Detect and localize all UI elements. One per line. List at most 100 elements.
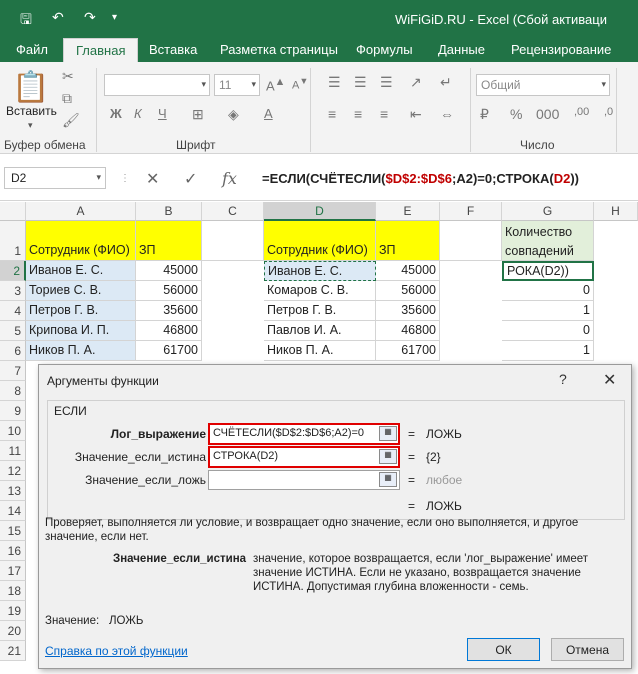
cell-b6[interactable]: 61700 [136,341,202,361]
increase-font-icon[interactable]: A▲ [266,76,285,93]
decrease-font-icon[interactable]: A▼ [292,76,308,92]
range-select-icon[interactable]: ▦ [379,449,397,464]
cell-g2-active[interactable]: РОКА(D2)) [502,261,594,281]
row-header[interactable]: 19 [0,601,26,621]
row-header[interactable]: 10 [0,421,26,441]
column-header-c[interactable]: C [202,202,264,221]
tab-formulas[interactable]: Формулы [356,42,413,57]
value-if-true-input[interactable]: СТРОКА(D2) [208,446,400,468]
cell-e4[interactable]: 35600 [376,301,440,321]
cell-b4[interactable]: 35600 [136,301,202,321]
copy-icon[interactable]: ⧉ [62,90,72,107]
cell-c1[interactable] [202,221,264,261]
insert-function-icon[interactable]: fx [222,169,237,188]
cell-e2[interactable]: 45000 [376,261,440,281]
tab-review[interactable]: Рецензирование [511,42,611,57]
cell-b2[interactable]: 45000 [136,261,202,281]
percent-icon[interactable]: % [510,106,522,122]
cell-a2[interactable]: Иванов Е. С. [26,261,136,281]
range-select-icon[interactable]: ▦ [379,472,397,487]
paste-label[interactable]: Вставить [6,104,57,118]
align-left-icon[interactable]: ≡ [328,106,336,122]
row-header[interactable]: 20 [0,621,26,641]
row-header[interactable]: 17 [0,561,26,581]
redo-icon[interactable]: ↷ [84,9,96,26]
column-header-a[interactable]: A [26,202,136,221]
cell-a6[interactable]: Ников П. А. [26,341,136,361]
cell-g1[interactable]: Количество совпадений [502,221,594,261]
cell-d4[interactable]: Петров Г. В. [264,301,376,321]
row-header[interactable]: 4 [0,301,26,321]
cell-d6[interactable]: Ников П. А. [264,341,376,361]
cell-b3[interactable]: 56000 [136,281,202,301]
cell-g6[interactable]: 1 [502,341,594,361]
cell-a1[interactable]: Сотрудник (ФИО) [26,221,136,261]
drag-handle-icon[interactable]: ⋮ [120,173,130,184]
font-name-combo[interactable]: ▾ [104,74,210,96]
currency-icon[interactable]: ₽ [480,106,489,123]
cell-d2[interactable]: Иванов Е. С. [264,261,376,281]
column-header-g[interactable]: G [502,202,594,221]
cell-e1[interactable]: ЗП [376,221,440,261]
cell-g5[interactable]: 0 [502,321,594,341]
row-header[interactable]: 14 [0,501,26,521]
cut-icon[interactable]: ✂ [62,68,74,85]
bold-button[interactable]: Ж [110,106,122,121]
tab-insert[interactable]: Вставка [149,42,197,57]
increase-decimal-icon[interactable]: ,00 [574,106,589,118]
cell-b1[interactable]: ЗП [136,221,202,261]
align-bottom-icon[interactable]: ☰ [380,74,393,91]
cell-f1[interactable] [440,221,502,261]
help-icon[interactable]: ? [559,371,567,387]
cell-d1[interactable]: Сотрудник (ФИО) [264,221,376,261]
cell-a4[interactable]: Петров Г. В. [26,301,136,321]
wrap-text-icon[interactable]: ↵ [440,74,452,91]
logical-test-input[interactable]: СЧЁТЕСЛИ($D$2:$D$6;A2)=0 [208,423,400,445]
value-if-false-input[interactable] [208,470,400,490]
column-header-b[interactable]: B [136,202,202,221]
cell-e3[interactable]: 56000 [376,281,440,301]
number-format-combo[interactable]: Общий ▾ [476,74,610,96]
row-header[interactable]: 5 [0,321,26,341]
column-header-e[interactable]: E [376,202,440,221]
paste-dropdown-icon[interactable]: ▾ [28,120,33,131]
row-header[interactable]: 13 [0,481,26,501]
close-icon[interactable]: ✕ [603,370,616,390]
borders-icon[interactable]: ⊞ [192,106,204,123]
row-header[interactable]: 8 [0,381,26,401]
column-header-d[interactable]: D [264,202,376,221]
cell-g4[interactable]: 1 [502,301,594,321]
quick-access-dropdown-icon[interactable]: ▾ [112,12,117,23]
underline-button[interactable]: Ч [158,106,167,121]
align-top-icon[interactable]: ☰ [328,74,341,91]
row-header[interactable]: 7 [0,361,26,381]
decrease-decimal-icon[interactable]: ,0 [604,106,613,118]
enter-icon[interactable]: ✓ [184,169,197,189]
row-header[interactable]: 15 [0,521,26,541]
merge-cells-icon[interactable]: ⇔ [440,106,454,122]
row-header[interactable]: 16 [0,541,26,561]
font-color-icon[interactable]: A [264,106,273,121]
font-size-combo[interactable]: 11 ▾ [214,74,260,96]
cancel-button[interactable]: Отмена [551,638,624,661]
select-all-corner[interactable] [0,202,26,221]
cell-e6[interactable]: 61700 [376,341,440,361]
italic-button[interactable]: К [134,106,142,121]
paste-icon[interactable]: 📋 [12,70,49,105]
row-header[interactable]: 1 [0,221,26,261]
row-header[interactable]: 3 [0,281,26,301]
tab-file[interactable]: Файл [0,36,64,62]
row-header[interactable]: 9 [0,401,26,421]
row-header[interactable]: 12 [0,461,26,481]
fill-color-icon[interactable]: ◈ [228,106,239,123]
cell-b5[interactable]: 46800 [136,321,202,341]
row-header[interactable]: 21 [0,641,26,661]
align-middle-icon[interactable]: ☰ [354,74,367,91]
formula-input[interactable]: =ЕСЛИ(СЧЁТЕСЛИ($D$2:$D$6;A2)=0;СТРОКА(D2… [262,171,579,186]
column-header-h[interactable]: H [594,202,638,221]
save-icon[interactable]: 🖫 [20,9,32,33]
comma-icon[interactable]: 000 [536,106,559,122]
cell-g3[interactable]: 0 [502,281,594,301]
row-header[interactable]: 6 [0,341,26,361]
undo-icon[interactable]: ↶ [52,9,64,26]
